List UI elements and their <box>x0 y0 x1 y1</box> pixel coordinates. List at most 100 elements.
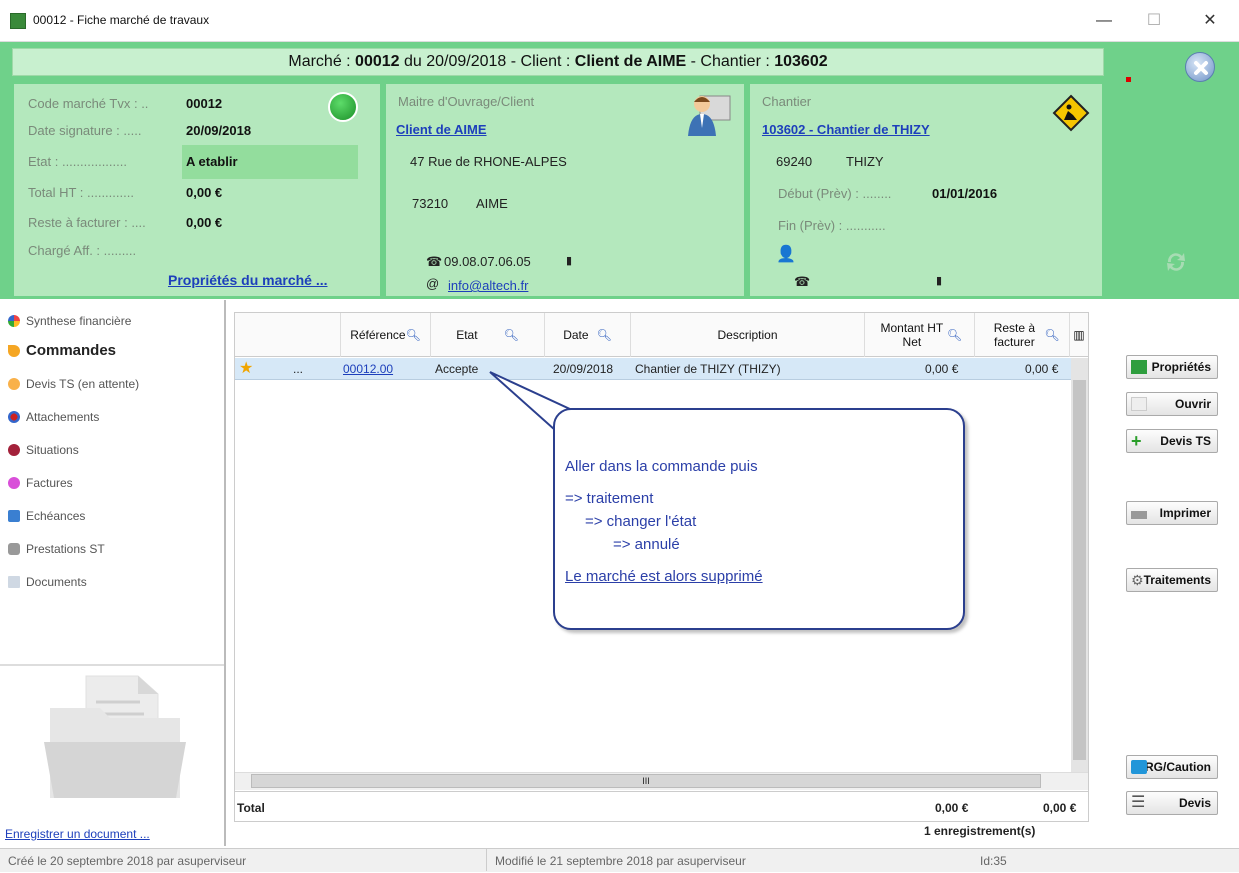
code-value: 00012 <box>186 96 223 111</box>
etat-value: A etablir <box>186 154 238 169</box>
client-ville: AIME <box>476 196 508 211</box>
table-row[interactable]: ★ ... 00012.00 Accepte 20/09/2018 Chanti… <box>235 358 1088 380</box>
calendar-icon <box>8 510 20 522</box>
marche-title-bar: Marché : 00012 du 20/09/2018 - Client : … <box>12 48 1104 76</box>
total-label: Total HT : ............. <box>28 185 134 200</box>
col-date[interactable]: Date 🔍︎ <box>545 313 631 357</box>
client-cp: 73210 <box>412 196 449 211</box>
callout-line-1: Aller dans la commande puis <box>565 458 758 475</box>
callout-line-4: => annulé <box>613 536 680 553</box>
imprimer-button[interactable]: Imprimer <box>1126 501 1218 525</box>
star-icon[interactable]: ★ <box>239 358 253 380</box>
close-window-button[interactable]: ✕ <box>1190 8 1230 34</box>
commandes-icon <box>8 345 20 357</box>
nav-documents[interactable]: Documents <box>8 572 87 592</box>
marker-dot <box>1126 77 1131 82</box>
fin-label: Fin (Prèv) : ........... <box>778 218 886 233</box>
left-navigation: Synthese financière Commandes Devis TS (… <box>0 300 226 846</box>
total-montant: 0,00 € <box>935 801 969 815</box>
document-icon <box>8 576 20 588</box>
status-bar: Créé le 20 septembre 2018 par asupervise… <box>0 848 1239 872</box>
row-montant: 0,00 € <box>925 362 959 376</box>
gears-icon: ⚙ <box>1131 572 1144 588</box>
col-montant[interactable]: Montant HT Net 🔍︎ <box>865 313 975 357</box>
annotation-callout: Aller dans la commande puis => traitemen… <box>553 408 965 630</box>
devis-ts-button[interactable]: + Devis TS <box>1126 429 1218 453</box>
client-panel: Maitre d'Ouvrage/Client Client de AIME 4… <box>386 84 744 296</box>
rg-icon <box>1131 760 1147 774</box>
nav-echeances[interactable]: Echéances <box>8 506 85 526</box>
charge-label: Chargé Aff. : ......... <box>28 243 137 258</box>
code-label: Code marché Tvx : .. <box>28 96 149 111</box>
col-reste[interactable]: Reste à facturer 🔍︎ <box>975 313 1070 357</box>
chantier-panel: Chantier 103602 - Chantier de THIZY 6924… <box>750 84 1102 296</box>
rg-caution-button[interactable]: RG/Caution <box>1126 755 1218 779</box>
total-value: 0,00 € <box>186 185 223 200</box>
total-label: Total <box>237 801 265 815</box>
register-document-link[interactable]: Enregistrer un document ... <box>5 827 150 841</box>
row-reference-link[interactable]: 00012.00 <box>343 358 393 380</box>
etat-label: Etat : .................. <box>28 154 127 169</box>
chantier-name-link[interactable]: 103602 - Chantier de THIZY <box>762 122 930 137</box>
row-menu[interactable]: ... <box>293 358 303 380</box>
nav-factures[interactable]: Factures <box>8 473 73 493</box>
nav-attachements[interactable]: Attachements <box>8 407 99 427</box>
status-created: Créé le 20 septembre 2018 par asupervise… <box>8 854 247 868</box>
nav-devis-ts[interactable]: Devis TS (en attente) <box>8 374 139 394</box>
app-icon <box>10 13 26 29</box>
proprietes-marche-link[interactable]: Propriétés du marché ... <box>168 272 328 288</box>
chantier-panel-title: Chantier <box>762 94 812 109</box>
col-etat[interactable]: Etat 🔍︎ <box>431 313 545 357</box>
chantier-ville: THIZY <box>846 154 884 169</box>
status-id: Id:35 <box>980 854 1007 868</box>
reste-value: 0,00 € <box>186 215 223 230</box>
col-icons[interactable] <box>235 313 341 357</box>
search-icon[interactable]: 🔍︎ <box>597 328 612 342</box>
pie-icon <box>8 315 20 327</box>
callout-line-3: => changer l'état <box>585 513 697 530</box>
debut-label: Début (Prèv) : ........ <box>778 186 892 201</box>
nav-situations[interactable]: Situations <box>8 440 79 460</box>
menu-lines-icon: ☰ <box>1131 794 1146 811</box>
column-chooser-icon[interactable]: ▥ <box>1070 313 1088 357</box>
search-icon[interactable]: 🔍︎ <box>406 328 421 342</box>
scroll-thumb[interactable] <box>1073 380 1086 760</box>
client-panel-title: Maitre d'Ouvrage/Client <box>398 94 535 109</box>
document-drop-icon[interactable] <box>40 672 190 802</box>
mobile-icon: ▮ <box>566 255 573 267</box>
nav-prestations[interactable]: Prestations ST <box>8 539 105 559</box>
nav-commandes[interactable]: Commandes <box>8 341 116 361</box>
hscroll-thumb[interactable]: III <box>251 774 1041 788</box>
callout-line-5: Le marché est alors supprimé <box>565 568 763 585</box>
status-modified: Modifié le 21 septembre 2018 par asuperv… <box>486 849 746 871</box>
marche-panel: Code marché Tvx : .. 00012 Date signatur… <box>14 84 380 296</box>
ouvrir-button[interactable]: Ouvrir <box>1126 392 1218 416</box>
factures-dot-icon <box>8 477 20 489</box>
devis-dot-icon <box>8 378 20 390</box>
client-email-link[interactable]: info@altech.fr <box>448 278 528 293</box>
properties-icon <box>1131 360 1147 374</box>
traitements-button[interactable]: ⚙ Traitements <box>1126 568 1218 592</box>
search-icon[interactable]: 🔍︎ <box>1044 328 1059 342</box>
client-person-icon <box>686 92 732 136</box>
grid-total-row: Total 0,00 € 0,00 € <box>235 791 1088 821</box>
situations-dot-icon <box>8 444 20 456</box>
attachements-icon <box>8 411 20 423</box>
proprietes-button[interactable]: Propriétés <box>1126 355 1218 379</box>
gear-icon <box>8 543 20 555</box>
col-description[interactable]: Description <box>631 313 865 357</box>
devis-button[interactable]: ☰ Devis <box>1126 791 1218 815</box>
date-value: 20/09/2018 <box>186 123 252 138</box>
chantier-cp: 69240 <box>776 154 813 169</box>
nav-synthese[interactable]: Synthese financière <box>8 311 131 331</box>
search-icon[interactable]: 🔍︎ <box>947 328 962 342</box>
status-indicator-icon <box>328 92 358 122</box>
search-icon[interactable]: 🔍︎ <box>504 328 519 342</box>
refresh-icon[interactable] <box>1160 246 1192 278</box>
col-reference[interactable]: Référence 🔍︎ <box>341 313 431 357</box>
maximize-button[interactable]: ☐ <box>1134 8 1174 34</box>
client-name-link[interactable]: Client de AIME <box>396 122 487 137</box>
close-fiche-icon[interactable] <box>1185 52 1215 82</box>
total-reste: 0,00 € <box>1043 801 1077 815</box>
minimize-button[interactable]: — <box>1084 8 1124 34</box>
